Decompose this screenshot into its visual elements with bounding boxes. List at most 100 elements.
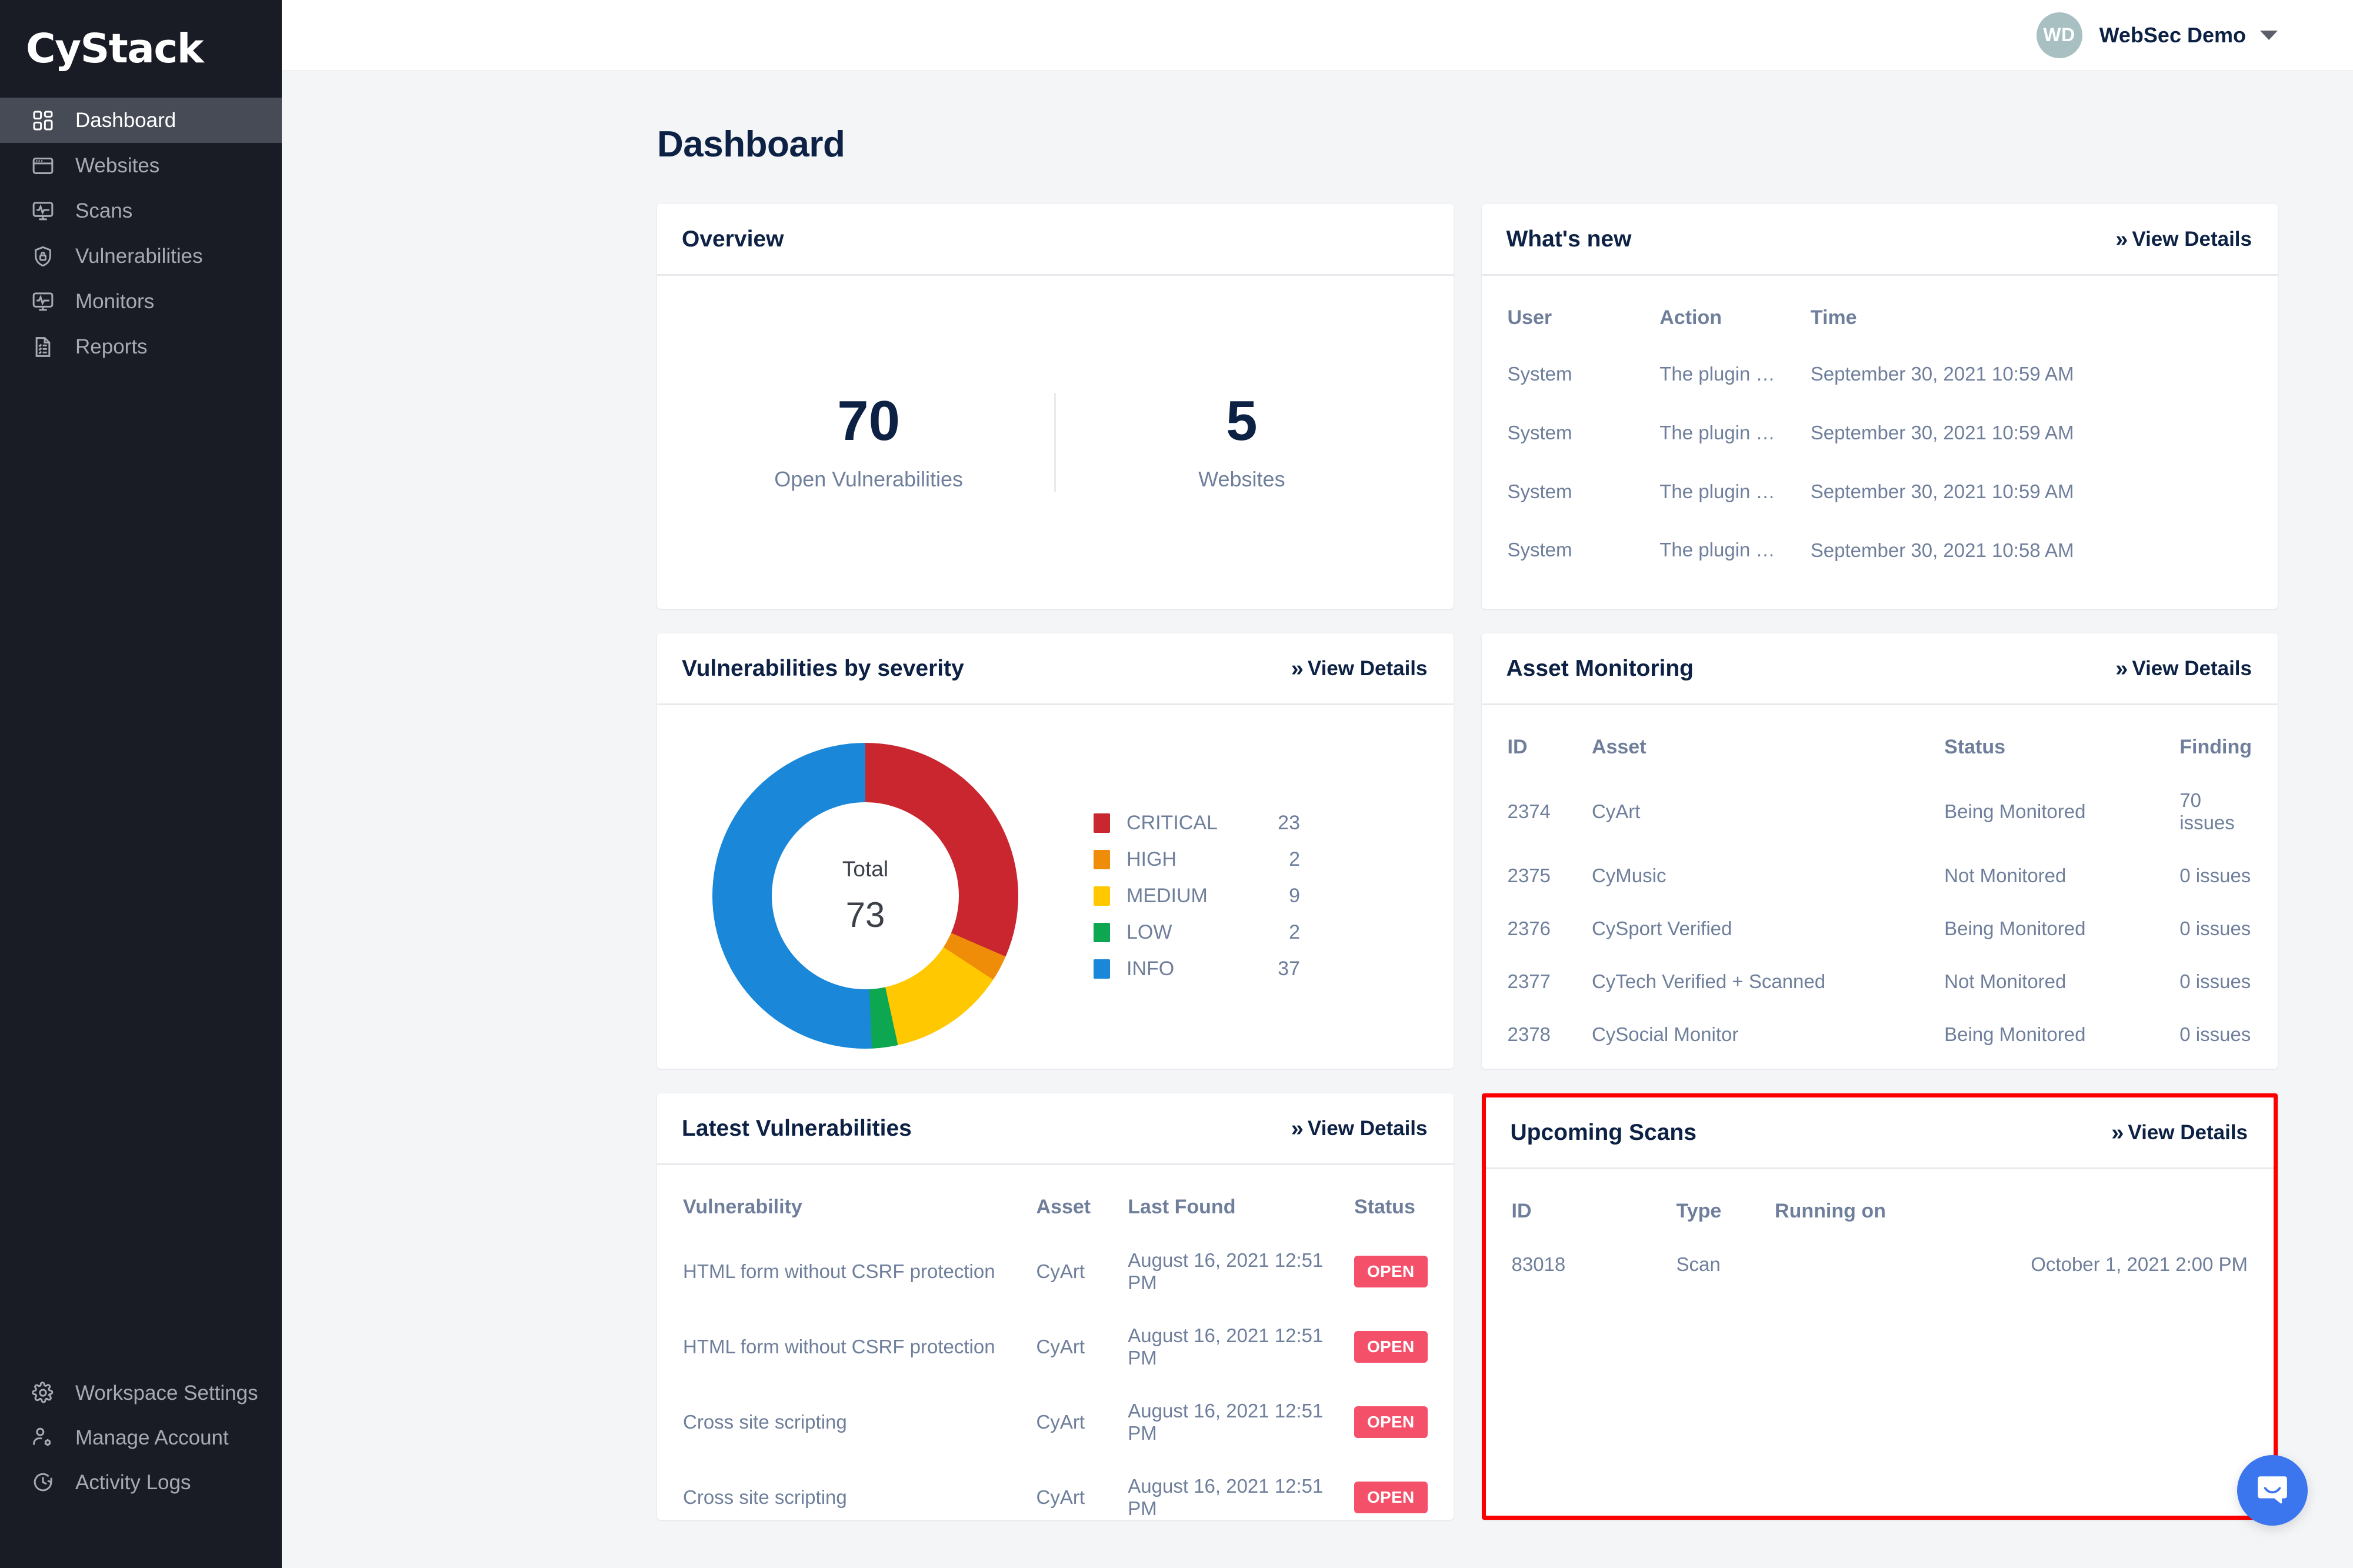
cell-asset: CyArt <box>1036 1411 1085 1433</box>
assets-table-wrap: ID Asset Status Finding 2374 CyArt Being… <box>1482 705 2278 1069</box>
workspace-switcher[interactable]: WD WebSec Demo <box>2036 12 2278 58</box>
table-row[interactable]: HTML form without CSRF protection CyArt … <box>683 1294 1428 1369</box>
sidebar-item-label: Scans <box>75 199 133 222</box>
cell-action: The plugin Car Repair Services < 4.0 - R… <box>1659 362 1784 385</box>
stat-label: Websites <box>1198 467 1285 491</box>
table-row[interactable]: System The plugin Gurock TestRail Applic… <box>1508 506 2252 565</box>
cell-asset: CySocial Monitor <box>1591 1023 1739 1045</box>
legend-item[interactable]: HIGH 2 <box>1094 841 1300 878</box>
sidebar-item-label: Workspace Settings <box>75 1381 258 1404</box>
monitor-pulse-icon <box>29 198 56 225</box>
view-details-label: View Details <box>1307 656 1428 680</box>
table-row[interactable]: 2378 CySocial Monitor Being Monitored 0 … <box>1508 993 2252 1046</box>
sidebar-item-label: Manage Account <box>75 1426 229 1449</box>
sidebar-item-label: Dashboard <box>75 109 176 132</box>
cell-id: 2378 <box>1507 1023 1551 1045</box>
sidebar-item-scans[interactable]: Scans <box>0 188 282 233</box>
cell-id: 2376 <box>1507 918 1551 939</box>
legend-item[interactable]: LOW 2 <box>1094 914 1300 950</box>
card-header: Latest Vulnerabilities » View Details <box>657 1093 1454 1165</box>
table-row[interactable]: Cross site scripting CyArt August 16, 20… <box>683 1369 1428 1444</box>
table-row[interactable]: System The plugin Car Repair Services < … <box>1508 329 2252 388</box>
cell-finding: 0 issues <box>2179 918 2251 939</box>
table-row[interactable]: 2375 CyMusic Not Monitored 0 issues <box>1508 834 2252 887</box>
view-details-link[interactable]: » View Details <box>2115 657 2252 680</box>
cell-finding: 70 issues <box>2179 789 2235 833</box>
stat-value: 70 <box>837 389 901 452</box>
sidebar-item-workspace-settings[interactable]: Workspace Settings <box>0 1370 282 1415</box>
sidebar-item-websites[interactable]: Websites <box>0 143 282 188</box>
column-header-asset: Asset <box>1591 736 1647 758</box>
card-title: Latest Vulnerabilities <box>682 1115 912 1141</box>
table-row[interactable]: 83018 Scan October 1, 2021 2:00 PM <box>1512 1223 2248 1276</box>
cell-last-found: August 16, 2021 12:51 PM <box>1128 1249 1324 1293</box>
view-details-link[interactable]: » View Details <box>1291 1117 1428 1140</box>
cell-status: Being Monitored <box>1944 1023 2086 1045</box>
status-badge: OPEN <box>1354 1331 1428 1363</box>
sidebar-item-manage-account[interactable]: Manage Account <box>0 1415 282 1460</box>
cell-finding: 0 issues <box>2179 970 2251 992</box>
view-details-link[interactable]: » View Details <box>1291 657 1428 680</box>
chat-bubble-icon <box>2254 1471 2291 1510</box>
legend-label: INFO <box>1126 957 1175 980</box>
whats-new-table: User Action Time System The plugin Car R… <box>1508 276 2252 564</box>
view-details-label: View Details <box>2132 227 2252 251</box>
sidebar-item-vulnerabilities[interactable]: Vulnerabilities <box>0 233 282 279</box>
user-gear-icon <box>29 1424 56 1451</box>
legend-item[interactable]: CRITICAL 23 <box>1094 805 1300 841</box>
cell-finding: 0 issues <box>2179 1023 2251 1045</box>
cell-status: Being Monitored <box>1944 918 2086 939</box>
cell-last-found: August 16, 2021 12:51 PM <box>1128 1475 1324 1519</box>
table-row[interactable]: System The plugin Laravel .env Exposure … <box>1508 447 2252 506</box>
table-row[interactable]: HTML form without CSRF protection CyArt … <box>683 1219 1428 1294</box>
legend-swatch <box>1094 959 1110 979</box>
sidebar-item-monitors[interactable]: Monitors <box>0 279 282 324</box>
clock-history-icon <box>29 1469 56 1496</box>
chevron-down-icon <box>2260 30 2278 40</box>
column-header-last-found: Last Found <box>1128 1196 1236 1218</box>
cell-user: System <box>1507 421 1572 443</box>
upcoming-scans-table: ID Type Running on 83018 Scan October 1,… <box>1512 1169 2248 1276</box>
workspace-name: WebSec Demo <box>2099 22 2246 47</box>
overview-stats: 70 Open Vulnerabilities 5 Websites <box>657 276 1454 609</box>
legend-value: 37 <box>1278 957 1300 980</box>
cell-running-on: October 1, 2021 2:00 PM <box>2031 1253 2248 1275</box>
cell-asset: CyArt <box>1036 1260 1085 1282</box>
sidebar-item-label: Monitors <box>75 290 155 313</box>
sidebar-nav-secondary: Workspace Settings Manage Account Activi… <box>0 1370 282 1568</box>
table-row[interactable]: Cross site scripting CyArt August 16, 20… <box>683 1444 1428 1520</box>
card-overview: Overview 70 Open Vulnerabilities 5 Websi… <box>657 204 1454 609</box>
sidebar-item-label: Activity Logs <box>75 1470 191 1494</box>
brand-logo[interactable]: CyStack <box>0 0 282 98</box>
card-header: Asset Monitoring » View Details <box>1481 633 2278 705</box>
shield-lock-icon <box>29 243 56 270</box>
cell-id: 2377 <box>1507 970 1551 992</box>
chat-launcher-button[interactable] <box>2237 1455 2308 1526</box>
cell-status: Being Monitored <box>1944 800 2086 822</box>
table-row[interactable]: 2377 CyTech Verified + Scanned Not Monit… <box>1508 940 2252 993</box>
legend-value: 2 <box>1289 848 1300 870</box>
card-title: Upcoming Scans <box>1510 1119 1697 1145</box>
severity-chart-area: Total 73 CRITICAL 23 HIGH 2 MEDIUM 9 LOW 2 INFO 3… <box>657 705 1454 1069</box>
legend-item[interactable]: MEDIUM 9 <box>1094 878 1300 914</box>
legend-item[interactable]: INFO 37 <box>1094 950 1300 987</box>
table-row[interactable]: 2374 CyArt Being Monitored 70 issues <box>1508 759 2252 834</box>
sidebar-item-dashboard[interactable]: Dashboard <box>0 98 282 143</box>
view-details-link[interactable]: » View Details <box>2115 228 2252 251</box>
double-chevron-icon: » <box>2111 1120 2124 1145</box>
table-row[interactable]: 2376 CySport Verified Being Monitored 0 … <box>1508 887 2252 940</box>
donut-total-value: 73 <box>845 895 885 935</box>
app-root: CyStack Dashboard Websites Scans Vulnera… <box>0 0 2353 1568</box>
card-vulnerabilities-by-severity: Vulnerabilities by severity » View Detai… <box>657 633 1454 1069</box>
top-bar: WD WebSec Demo <box>282 0 2353 71</box>
column-header-id: ID <box>1511 1200 1532 1222</box>
view-details-link[interactable]: » View Details <box>2111 1121 2248 1145</box>
cell-user: System <box>1507 362 1572 385</box>
sidebar-item-reports[interactable]: Reports <box>0 324 282 369</box>
card-latest-vulnerabilities: Latest Vulnerabilities » View Details Vu… <box>657 1093 1454 1520</box>
sidebar-item-activity-logs[interactable]: Activity Logs <box>0 1460 282 1504</box>
cell-user: System <box>1507 539 1572 561</box>
table-row[interactable]: System The plugin Codeigniter .env Expos… <box>1508 388 2252 447</box>
legend-swatch <box>1094 922 1110 942</box>
